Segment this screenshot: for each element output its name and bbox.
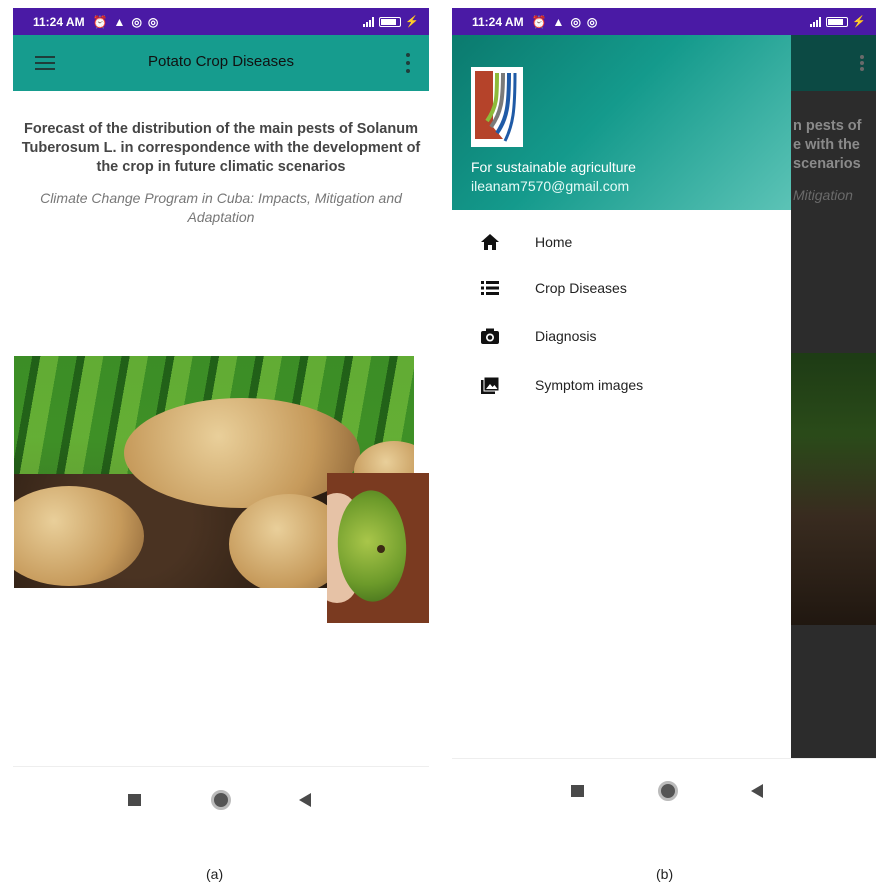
overflow-menu-icon-dimmed xyxy=(860,55,864,71)
page-subheading: Climate Change Program in Cuba: Impacts,… xyxy=(40,190,402,225)
app-bar: Potato Crop Diseases xyxy=(13,35,429,91)
status-time: 11:24 AM xyxy=(33,14,85,29)
dimmed-heading-line: scenarios xyxy=(793,156,861,172)
overflow-menu-icon[interactable] xyxy=(405,53,411,73)
diseased-leaf-image xyxy=(327,473,429,623)
drawer-tagline: For sustainable agriculture xyxy=(471,159,636,175)
sync-icon-2: ◎ xyxy=(586,14,598,29)
dimmed-subheading-line: Mitigation xyxy=(793,187,853,203)
recents-button[interactable] xyxy=(128,794,141,806)
alarm-icon: ⏰ xyxy=(531,14,547,29)
list-icon xyxy=(481,281,499,295)
status-time: 11:24 AM xyxy=(472,14,524,29)
app-logo xyxy=(471,67,523,147)
figure-caption-b: (b) xyxy=(656,866,674,882)
dimmed-heading-line: n pests of xyxy=(793,118,862,134)
menu-item-label: Crop Diseases xyxy=(535,280,627,296)
drawer-screen: 11:24 AM ⏰ ▲ ◎ ◎ ⚡ n pests of e with the… xyxy=(452,8,876,808)
system-navigation-bar xyxy=(452,758,876,808)
drawer-scrim[interactable]: n pests of e with the scenarios Mitigati… xyxy=(791,35,876,758)
signal-icon xyxy=(363,16,375,27)
warning-icon: ▲ xyxy=(552,14,565,29)
drawer-header: For sustainable agriculture ileanam7570@… xyxy=(452,35,791,210)
menu-item-symptom-images[interactable]: Symptom images xyxy=(452,365,791,405)
images-icon xyxy=(481,376,500,394)
back-button[interactable] xyxy=(299,793,311,807)
home-button[interactable] xyxy=(658,781,678,801)
menu-item-label: Diagnosis xyxy=(535,328,597,344)
app-title: Potato Crop Diseases xyxy=(148,53,294,70)
charging-icon: ⚡ xyxy=(405,16,419,28)
home-screen: 11:24 AM ⏰ ▲ ◎ ◎ ⚡ Potato Crop Diseases … xyxy=(13,8,429,818)
warning-icon: ▲ xyxy=(113,14,126,29)
menu-item-crop-diseases[interactable]: Crop Diseases xyxy=(452,268,791,308)
drawer-email: ileanam7570@gmail.com xyxy=(471,178,630,194)
charging-icon: ⚡ xyxy=(852,16,866,28)
signal-icon xyxy=(810,16,822,27)
menu-item-diagnosis[interactable]: Diagnosis xyxy=(452,316,791,356)
status-bar: 11:24 AM ⏰ ▲ ◎ ◎ ⚡ xyxy=(452,8,876,35)
home-icon xyxy=(481,234,499,250)
alarm-icon: ⏰ xyxy=(92,14,108,29)
menu-item-home[interactable]: Home xyxy=(452,222,791,262)
sync-icon: ◎ xyxy=(570,14,581,29)
camera-icon xyxy=(481,328,499,344)
menu-item-label: Symptom images xyxy=(535,377,644,393)
sync-icon: ◎ xyxy=(131,14,142,29)
battery-icon xyxy=(379,16,402,27)
sync-icon-2: ◎ xyxy=(147,14,159,29)
recents-button[interactable] xyxy=(571,785,584,797)
system-navigation-bar xyxy=(13,766,429,818)
dimmed-heading-line: e with the xyxy=(793,137,860,153)
navigation-drawer: For sustainable agriculture ileanam7570@… xyxy=(452,35,791,758)
dimmed-hero-image xyxy=(791,353,876,625)
home-button[interactable] xyxy=(211,790,231,810)
figure-caption-a: (a) xyxy=(206,866,224,882)
battery-icon xyxy=(826,16,849,27)
status-bar: 11:24 AM ⏰ ▲ ◎ ◎ ⚡ xyxy=(13,8,429,35)
back-button[interactable] xyxy=(751,784,763,798)
menu-item-label: Home xyxy=(535,234,573,250)
page-heading: Forecast of the distribution of the main… xyxy=(21,121,421,175)
